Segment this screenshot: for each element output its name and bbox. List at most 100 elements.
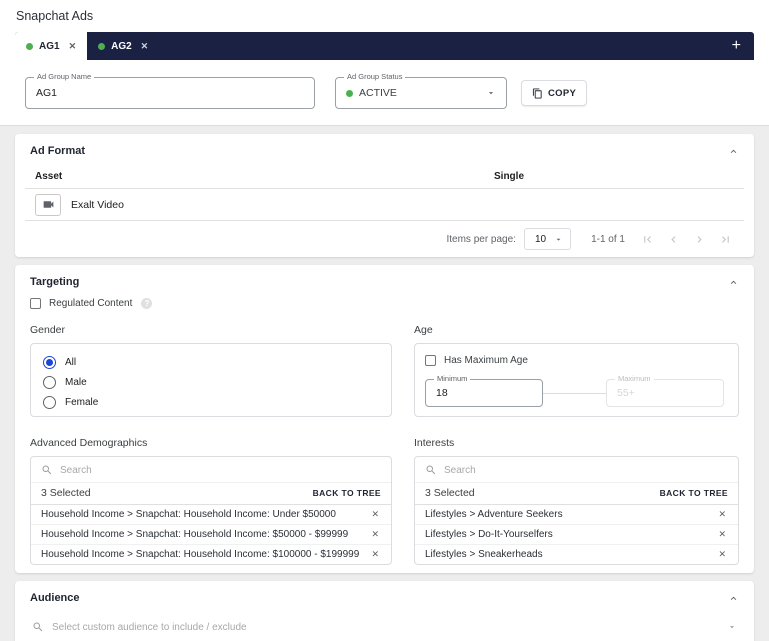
list-item: Lifestyles > Sneakerheads ✕ <box>415 544 738 564</box>
back-to-tree-button[interactable]: BACK TO TREE <box>660 488 728 498</box>
content-area: Ad Format Asset Single Exalt Video <box>0 126 769 641</box>
search-icon <box>32 621 44 633</box>
ad-group-name-field: Ad Group Name <box>25 77 315 109</box>
remove-icon[interactable]: ✕ <box>369 528 381 541</box>
targeting-title: Targeting <box>30 276 79 288</box>
selected-count: 3 Selected <box>425 487 475 499</box>
item-label: Lifestyles > Sneakerheads <box>425 549 543 560</box>
column-header-asset: Asset <box>35 171 494 182</box>
ad-group-tabbar: AG1 ✕ AG2 ✕ + <box>15 32 754 60</box>
ad-group-form: Ad Group Name Ad Group Status ACTIVE COP… <box>15 60 754 125</box>
interests-section: Interests 3 Selected BACK TO TREE <box>414 437 739 565</box>
item-label: Household Income > Snapchat: Household I… <box>41 549 359 560</box>
top-section: Snapchat Ads AG1 ✕ AG2 ✕ + Ad Group Name… <box>0 0 769 126</box>
radio-icon <box>43 396 56 409</box>
list-item: Lifestyles > Adventure Seekers ✕ <box>415 505 738 524</box>
advanced-demographics-picker: 3 Selected BACK TO TREE Household Income… <box>30 456 392 565</box>
collapse-chevron-up-icon[interactable] <box>728 277 739 288</box>
collapse-chevron-up-icon[interactable] <box>728 146 739 157</box>
list-item: Household Income > Snapchat: Household I… <box>31 524 391 544</box>
gender-radio-group: All Male Female <box>30 343 392 417</box>
next-page-icon[interactable] <box>693 233 706 246</box>
ad-group-status-select[interactable]: Ad Group Status ACTIVE <box>335 77 507 109</box>
first-page-icon[interactable] <box>641 233 654 246</box>
advanced-demographics-section: Advanced Demographics 3 Selected BACK TO… <box>30 437 392 565</box>
search-icon <box>41 464 53 476</box>
caret-down-icon <box>727 622 737 632</box>
paginator: Items per page: 10 1-1 of 1 <box>25 221 744 257</box>
back-to-tree-button[interactable]: BACK TO TREE <box>313 488 381 498</box>
gender-section: Gender All Male Female <box>30 324 392 417</box>
search-icon <box>425 464 437 476</box>
gender-option-all[interactable]: All <box>43 353 379 372</box>
ad-format-title: Ad Format <box>30 145 85 157</box>
maximum-age-input <box>607 380 723 406</box>
minimum-age-input[interactable] <box>426 380 542 406</box>
tab-label: AG2 <box>111 41 132 52</box>
audience-select-input[interactable] <box>52 622 719 633</box>
audience-card: Audience <box>15 581 754 641</box>
tab-ag1[interactable]: AG1 ✕ <box>15 32 87 60</box>
column-header-single: Single <box>494 171 744 182</box>
status-dot-icon <box>98 43 105 50</box>
audience-select[interactable] <box>30 616 739 641</box>
advanced-demographics-label: Advanced Demographics <box>30 437 392 449</box>
remove-icon[interactable]: ✕ <box>716 548 728 561</box>
ad-group-name-input[interactable] <box>26 78 314 108</box>
interests-search-input[interactable] <box>444 465 728 476</box>
items-per-page-select[interactable]: 10 <box>524 228 571 250</box>
minimum-age-field: Minimum <box>425 379 543 407</box>
last-page-icon[interactable] <box>719 233 732 246</box>
remove-icon[interactable]: ✕ <box>716 508 728 521</box>
interests-label: Interests <box>414 437 739 449</box>
remove-icon[interactable]: ✕ <box>369 548 381 561</box>
maximum-age-field: Maximum <box>606 379 724 407</box>
copy-button-label: COPY <box>548 88 576 99</box>
checkbox-icon <box>30 298 41 309</box>
gender-option-male[interactable]: Male <box>43 373 379 392</box>
add-ad-group-button[interactable]: + <box>719 32 754 60</box>
close-icon[interactable]: ✕ <box>141 42 149 51</box>
items-per-page-value: 10 <box>535 234 546 245</box>
page-title: Snapchat Ads <box>15 0 754 32</box>
radio-checked-icon <box>43 356 56 369</box>
item-label: Household Income > Snapchat: Household I… <box>41 529 348 540</box>
item-label: Lifestyles > Do-It-Yourselfers <box>425 529 553 540</box>
maximum-label: Maximum <box>615 375 654 383</box>
item-label: Household Income > Snapchat: Household I… <box>41 509 336 520</box>
gender-option-female[interactable]: Female <box>43 393 379 412</box>
ad-format-card: Ad Format Asset Single Exalt Video <box>15 134 754 257</box>
previous-page-icon[interactable] <box>667 233 680 246</box>
checkbox-icon <box>425 355 436 366</box>
radio-label: Female <box>65 397 98 408</box>
close-icon[interactable]: ✕ <box>69 42 77 51</box>
caret-down-icon <box>486 88 496 98</box>
items-per-page-label: Items per page: <box>446 234 515 245</box>
status-dot-icon <box>26 43 33 50</box>
remove-icon[interactable]: ✕ <box>369 508 381 521</box>
targeting-card: Targeting Regulated Content ? Gender All <box>15 265 754 573</box>
ad-format-table: Asset Single Exalt Video Items per p <box>25 164 744 257</box>
age-box: Has Maximum Age Minimum Maximum <box>414 343 739 417</box>
age-section: Age Has Maximum Age Minimum <box>414 324 739 417</box>
audience-title: Audience <box>30 592 80 604</box>
remove-icon[interactable]: ✕ <box>716 528 728 541</box>
asset-thumbnail <box>35 194 61 216</box>
videocam-icon <box>42 198 55 211</box>
radio-icon <box>43 376 56 389</box>
has-maximum-age-checkbox[interactable]: Has Maximum Age <box>425 352 724 368</box>
ad-group-status-label: Ad Group Status <box>344 73 405 81</box>
tab-ag2[interactable]: AG2 ✕ <box>87 32 159 60</box>
plus-icon: + <box>732 37 741 55</box>
copy-button[interactable]: COPY <box>521 80 587 106</box>
table-row: Exalt Video <box>25 189 744 221</box>
asset-name: Exalt Video <box>71 199 124 211</box>
regulated-content-checkbox[interactable]: Regulated Content ? <box>30 292 739 314</box>
list-item: Lifestyles > Do-It-Yourselfers ✕ <box>415 524 738 544</box>
demographics-search-input[interactable] <box>60 465 381 476</box>
item-label: Lifestyles > Adventure Seekers <box>425 509 563 520</box>
age-label: Age <box>414 324 739 336</box>
collapse-chevron-up-icon[interactable] <box>728 593 739 604</box>
tab-label: AG1 <box>39 41 60 52</box>
help-icon: ? <box>141 298 152 309</box>
